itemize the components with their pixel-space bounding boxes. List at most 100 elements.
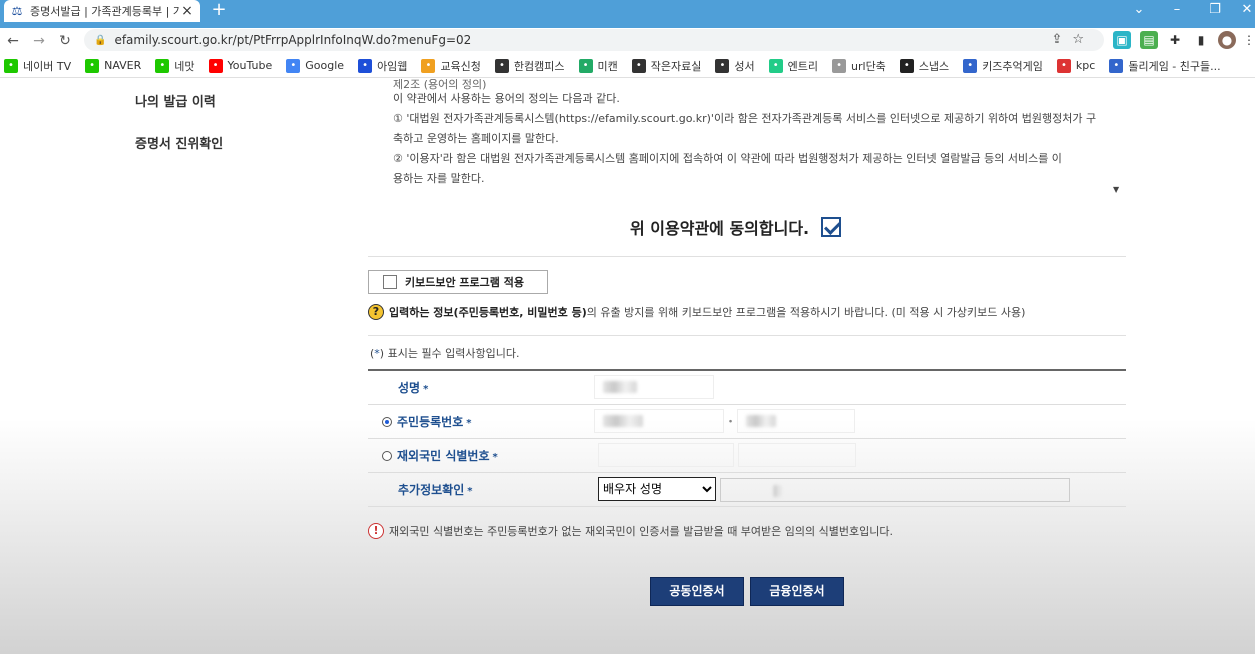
bookmark-label: 작은자료실 [650,59,702,73]
bookmark-item[interactable]: • 교육신청 [421,58,481,74]
agree-checkbox[interactable] [821,217,842,237]
foreign-id-front-field[interactable] [598,443,734,467]
bookmark-item[interactable]: • url단축 [832,58,886,74]
rrn-back-field[interactable] [736,409,855,433]
bookmark-label: 한컴캠피스 [513,59,565,73]
reload-icon[interactable]: ↻ [52,33,78,49]
bookmark-label: kpc [1075,59,1096,72]
bookmark-label: NAVER [104,59,142,72]
divider [368,256,1126,257]
rrn-dash-icon: • [727,417,734,428]
bookmark-item[interactable]: • 한컴캠피스 [494,58,565,74]
tab-search-icon[interactable]: ⌄ [1124,0,1154,22]
form-row-name: 성명 * [368,370,1126,405]
rrn-front-field[interactable] [594,409,724,433]
share-star-icons[interactable]: ⇪☆ [1051,32,1094,47]
form-row-rrn: 주민등록번호 * • [368,404,1126,439]
public-certificate-button[interactable]: 공동인증서 [650,577,744,606]
link-icon: • [832,58,847,73]
close-window-icon[interactable]: ✕ [1232,0,1255,22]
hancom-icon: • [494,58,509,73]
bookmark-item[interactable]: • kpc [1056,58,1096,73]
side-menu-item-verify[interactable]: 증명서 진위확인 [135,133,223,152]
bible-icon: • [715,58,730,73]
bookmark-item[interactable]: • NAVER [85,58,142,73]
bookmark-item[interactable]: • 네이버 TV [4,58,71,74]
terms-line: ② '이용자'라 함은 대법원 전자가족관계등록시스템 홈페이지에 접속하여 이… [393,152,1062,165]
bookmark-item[interactable]: • 키즈추억게임 [963,58,1043,74]
extensions-puzzle-icon[interactable]: ✚ [1166,31,1184,49]
bookmark-item[interactable]: • YouTube [208,58,272,73]
bookmark-item[interactable]: • 작은자료실 [631,58,702,74]
form-row-foreign: 재외국민 식별번호 * [368,438,1126,473]
forward-icon[interactable]: → [26,33,52,49]
browser-tab-active[interactable]: ⚖ 증명서발급 | 가족관계등록부 | 가 × [4,0,200,22]
rrn-label[interactable]: 주민등록번호 * [368,404,594,439]
agree-label: 위 이용약관에 동의합니다. [630,219,810,238]
foreign-id-radio[interactable] [382,450,392,461]
keyboard-security-checkbox[interactable] [383,275,397,289]
side-menu-item-history[interactable]: 나의 발급 이력 [135,91,223,110]
side-menu: 나의 발급 이력 증명서 진위확인 [135,91,223,175]
side-panel-icon[interactable]: ▮ [1192,31,1210,49]
dots-icon: • [631,58,646,73]
name-field[interactable] [594,375,714,400]
extension-1-icon[interactable]: ▣ [1113,31,1131,49]
bookmark-item[interactable]: • 미캔 [578,58,618,74]
terms-partial-line: 제2조 (용어의 정의) [393,79,487,91]
menu-dots-icon[interactable]: ⋮ [1240,31,1255,49]
close-tab-icon[interactable]: × [180,3,194,19]
notice-bold: 입력하는 정보(주민등록번호, 비밀번호 등) [389,306,587,319]
bookmark-label: 네이버 TV [23,59,72,73]
extra-info-field[interactable] [719,478,1070,503]
restore-icon[interactable]: ❐ [1200,0,1230,22]
warning-text: 재외국민 식별번호는 주민등록번호가 없는 재외국민이 인증서를 발급받을 때 … [389,525,893,538]
url-text: efamily.scourt.go.kr/pt/PtFrrpApplrInfoI… [114,33,472,47]
bookmark-item[interactable]: • 스냅스 [899,58,950,74]
profile-avatar[interactable]: ● [1218,31,1236,49]
bookmark-item[interactable]: • 엔트리 [768,58,819,74]
keyboard-security-label: 키보드보안 프로그램 적용 [405,276,524,289]
url-field[interactable]: 🔒 efamily.scourt.go.kr/pt/PtFrrpApplrInf… [84,29,1104,51]
bookmark-item[interactable]: • 성서 [715,58,755,74]
scroll-down-arrow-icon[interactable]: ▼ [1113,185,1119,194]
bookmark-label: 네맛 [174,59,195,73]
bookmark-label: url단축 [851,59,886,73]
page-content: 나의 발급 이력 증명서 진위확인 제2조 (용어의 정의) 이 약관에서 사용… [0,79,1255,654]
keyboard-security-toggle[interactable]: 키보드보안 프로그램 적용 [368,270,548,294]
google-icon: • [286,58,301,73]
bookmark-label: 아임웹 [377,59,408,73]
naver-icon: • [155,58,170,73]
youtube-icon: • [208,58,223,73]
terms-line: 이 약관에서 사용하는 용어의 정의는 다음과 같다. [393,92,620,105]
lock-icon: 🔒 [94,34,107,46]
rrn-radio[interactable] [382,416,392,427]
foreign-id-warning: ! 재외국민 식별번호는 주민등록번호가 없는 재외국민이 인증서를 발급받을 … [368,523,893,539]
new-tab-button[interactable]: + [208,0,230,22]
extra-info-label: 추가정보확인 * [368,472,594,507]
bookmark-item[interactable]: • 네맛 [155,58,195,74]
form-row-extra: 추가정보확인 * 배우자 성명 [368,472,1126,507]
foreign-id-back-field[interactable] [737,443,856,467]
bookmark-label: 성서 [734,59,755,73]
bookmark-item[interactable]: • Google [286,58,344,73]
terms-text-box[interactable]: 제2조 (용어의 정의) 이 약관에서 사용하는 용어의 정의는 다음과 같다.… [393,79,1113,189]
extra-info-select[interactable]: 배우자 성명 [598,476,716,501]
snaps-icon: • [899,58,914,73]
back-icon[interactable]: ← [0,33,26,49]
bookmark-label: 엔트리 [787,59,819,73]
name-label: 성명 * [368,370,594,405]
extension-2-icon[interactable]: ▤ [1140,31,1158,49]
bookmark-item[interactable]: • 돌리게임 - 친구들... [1109,58,1221,74]
warning-icon: ! [368,523,384,539]
tab-title: 증명서발급 | 가족관계등록부 | 가 [30,5,180,18]
required-note: (*) 표시는 필수 입력사항입니다. [370,347,520,360]
foreign-id-label[interactable]: 재외국민 식별번호 * [368,438,594,473]
bookmark-label: 스냅스 [918,59,950,73]
bookmarks-bar: • 네이버 TV • NAVER • 네맛 • YouTube • Google • 아임웹 • 교육신청… [0,54,1255,78]
bookmark-label: 돌리게임 - 친구들... [1128,59,1221,73]
bookmark-item[interactable]: • 아임웹 [358,58,407,74]
minimize-icon[interactable]: – [1162,0,1192,22]
financial-certificate-button[interactable]: 금융인증서 [750,577,844,606]
kpc-icon: • [1056,58,1071,73]
